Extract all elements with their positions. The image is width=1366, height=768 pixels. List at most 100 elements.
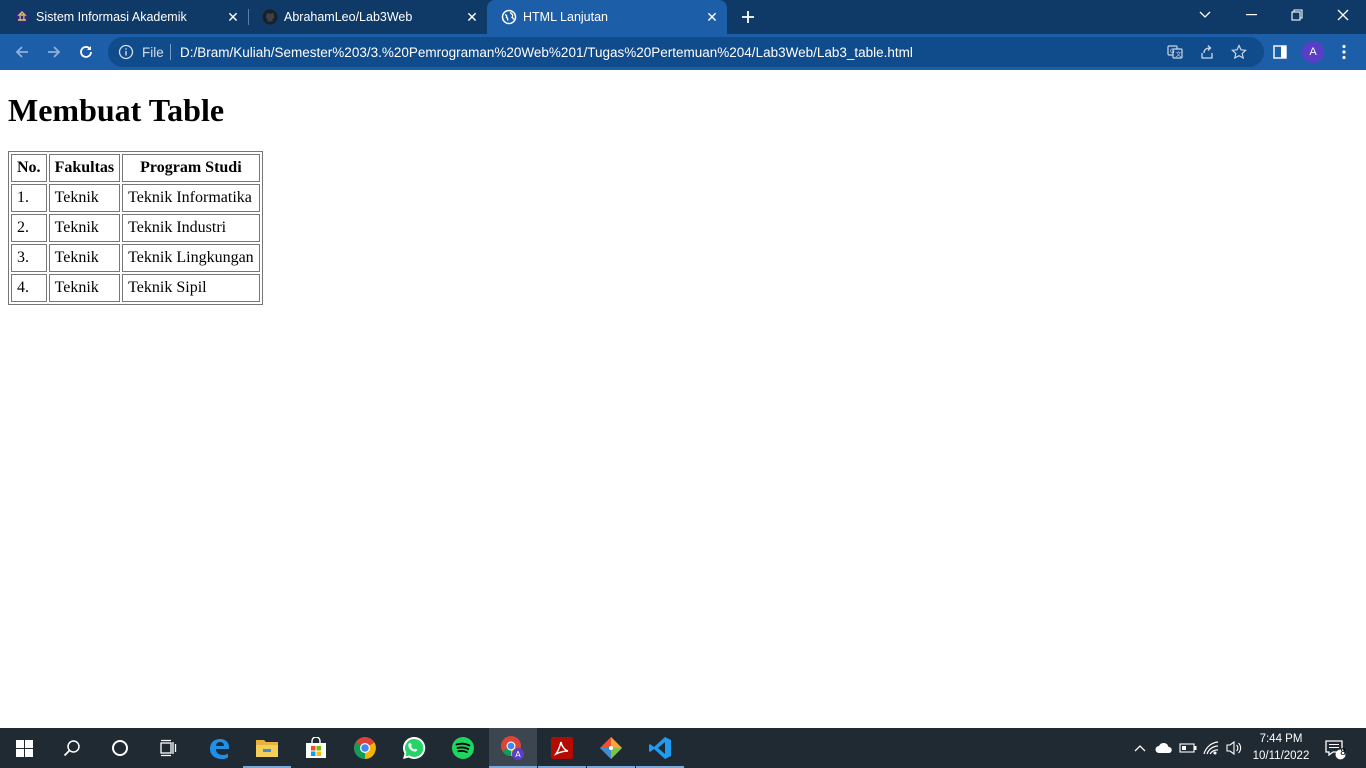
chevron-up-icon: [1134, 745, 1146, 752]
file-explorer-icon: [256, 740, 278, 757]
tab-html-lanjutan[interactable]: HTML Lanjutan ✕: [487, 0, 727, 34]
svg-text:G: G: [1170, 48, 1175, 55]
table-row: 3. Teknik Teknik Lingkungan: [11, 244, 260, 272]
side-panel-button[interactable]: [1270, 42, 1290, 62]
git-icon: [600, 737, 622, 759]
share-icon[interactable]: [1198, 43, 1216, 61]
arrow-right-icon: [48, 46, 61, 58]
spotify-app[interactable]: [439, 728, 487, 768]
table-header-row: No. Fakultas Program Studi: [11, 154, 260, 182]
chrome-app[interactable]: [341, 728, 389, 768]
info-icon[interactable]: [118, 44, 134, 60]
show-hidden-icons-button[interactable]: [1130, 738, 1150, 758]
cell-no: 3.: [11, 244, 47, 272]
column-header-program-studi: Program Studi: [122, 154, 260, 182]
network-tray[interactable]: [1202, 738, 1222, 758]
address-bar[interactable]: File D:/Bram/Kuliah/Semester%203/3.%20Pe…: [108, 37, 1264, 67]
table-row: 1. Teknik Teknik Informatika: [11, 184, 260, 212]
clock-date: 10/11/2022: [1252, 750, 1310, 762]
minimize-icon: [1245, 14, 1257, 16]
chevron-down-icon: [1199, 11, 1211, 18]
clock-time: 7:44 PM: [1259, 733, 1303, 745]
tab-sistem-informasi-akademik[interactable]: Sistem Informasi Akademik ✕: [0, 0, 248, 34]
svg-text:文: 文: [1176, 51, 1182, 59]
wifi-icon: [1203, 741, 1219, 755]
arrow-left-icon: [15, 46, 28, 58]
table-row: 2. Teknik Teknik Industri: [11, 214, 260, 242]
url-text[interactable]: D:/Bram/Kuliah/Semester%203/3.%20Pemrogr…: [180, 45, 913, 60]
github-icon: [262, 9, 278, 25]
side-panel-icon: [1273, 45, 1287, 59]
cell-program-studi: Teknik Lingkungan: [122, 244, 260, 272]
git-app[interactable]: [587, 728, 635, 768]
cell-fakultas: Teknik: [48, 244, 121, 272]
file-explorer-app[interactable]: [243, 728, 291, 768]
store-app[interactable]: [292, 728, 340, 768]
tab-search-button[interactable]: [1182, 0, 1228, 30]
cell-program-studi: Teknik Informatika: [122, 184, 260, 212]
volume-tray[interactable]: [1224, 738, 1244, 758]
plus-icon: [742, 11, 754, 23]
globe-icon: [501, 9, 517, 25]
column-header-fakultas: Fakultas: [48, 154, 121, 182]
battery-tray[interactable]: [1178, 738, 1198, 758]
close-icon[interactable]: ✕: [703, 8, 721, 26]
cortana-button[interactable]: [96, 728, 144, 768]
university-icon: [14, 9, 30, 25]
edge-app[interactable]: [195, 728, 243, 768]
restore-button[interactable]: [1274, 0, 1320, 30]
bookmark-star-icon[interactable]: [1230, 43, 1248, 61]
store-icon: [306, 737, 326, 758]
table-row: 4. Teknik Teknik Sipil: [11, 274, 260, 302]
browser-toolbar: File D:/Bram/Kuliah/Semester%203/3.%20Pe…: [0, 34, 1366, 70]
system-clock[interactable]: 7:44 PM 10/11/2022: [1246, 731, 1316, 765]
windows-taskbar: A 7:44 PM 10/11/2022 8: [0, 728, 1366, 768]
reload-button[interactable]: [74, 40, 98, 64]
close-icon[interactable]: ✕: [463, 8, 481, 26]
cell-no: 2.: [11, 214, 47, 242]
taskbar-search-button[interactable]: [48, 728, 96, 768]
onedrive-tray[interactable]: [1154, 738, 1174, 758]
cell-program-studi: Teknik Industri: [122, 214, 260, 242]
start-icon: [15, 739, 33, 757]
edge-icon: [210, 739, 229, 759]
menu-button[interactable]: [1334, 42, 1354, 62]
close-icon: [1337, 9, 1349, 21]
whatsapp-app[interactable]: [390, 728, 438, 768]
tab-github-lab3web[interactable]: AbrahamLeo/Lab3Web ✕: [248, 0, 487, 34]
reload-icon: [80, 46, 92, 58]
page-content: Membuat Table No. Fakultas Program Studi…: [0, 70, 1366, 728]
chrome-profile-app[interactable]: A: [489, 728, 537, 768]
task-view-button[interactable]: [144, 728, 192, 768]
kebab-menu-icon: [1342, 44, 1346, 60]
close-icon[interactable]: ✕: [224, 8, 242, 26]
whatsapp-icon: [403, 736, 426, 759]
battery-icon: [1179, 743, 1197, 753]
cell-program-studi: Teknik Sipil: [122, 274, 260, 302]
scheme-label[interactable]: File: [142, 45, 164, 60]
cortana-icon: [112, 740, 128, 756]
cell-fakultas: Teknik: [48, 274, 121, 302]
cloud-icon: [1155, 742, 1172, 753]
start-button[interactable]: [0, 728, 48, 768]
column-header-no: No.: [11, 154, 47, 182]
translate-icon[interactable]: G文: [1166, 43, 1184, 61]
vscode-app[interactable]: [636, 728, 684, 768]
tab-strip: Sistem Informasi Akademik ✕ AbrahamLeo/L…: [0, 0, 1366, 34]
forward-button[interactable]: [42, 40, 66, 64]
divider: [170, 44, 171, 60]
acrobat-app[interactable]: [538, 728, 586, 768]
tab-title: AbrahamLeo/Lab3Web: [284, 10, 413, 24]
new-tab-button[interactable]: [736, 5, 760, 29]
tab-title: HTML Lanjutan: [523, 10, 608, 24]
chrome-icon: [354, 737, 376, 759]
back-button[interactable]: [10, 40, 34, 64]
action-center-button[interactable]: 8: [1323, 737, 1347, 761]
profile-avatar[interactable]: A: [1302, 41, 1324, 63]
chrome-profile-icon: A: [501, 736, 524, 760]
restore-icon: [1291, 9, 1303, 21]
page-title: Membuat Table: [8, 92, 225, 128]
faculty-table: No. Fakultas Program Studi 1. Teknik Tek…: [8, 151, 263, 305]
close-window-button[interactable]: [1320, 0, 1366, 30]
minimize-button[interactable]: [1228, 0, 1274, 30]
